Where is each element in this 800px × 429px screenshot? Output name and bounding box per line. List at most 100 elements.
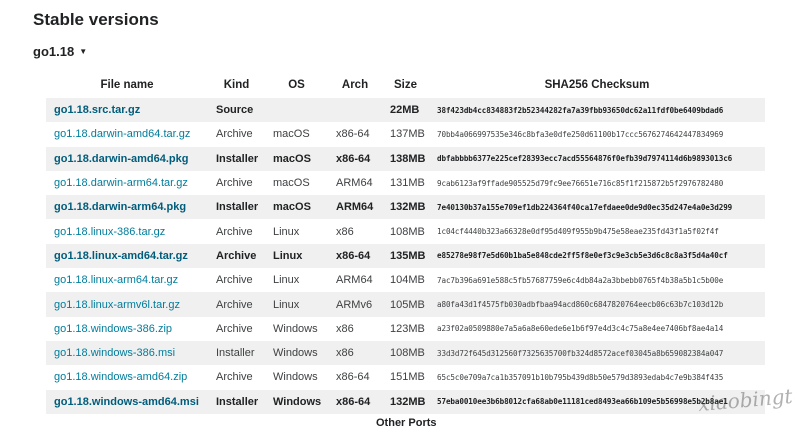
os-cell: Windows <box>273 322 318 335</box>
download-link[interactable]: go1.18.linux-amd64.tar.gz <box>54 250 188 262</box>
download-link[interactable]: go1.18.linux-386.tar.gz <box>54 226 165 238</box>
kind-cell: Archive <box>216 225 253 238</box>
download-link[interactable]: go1.18.src.tar.gz <box>54 104 140 116</box>
file-cell: go1.18.linux-arm64.tar.gz <box>46 268 208 292</box>
arch-cell <box>328 98 382 123</box>
other-ports-link[interactable]: Other Ports <box>376 417 437 429</box>
arch-cell: x86 <box>336 225 354 238</box>
kind-cell: Installer <box>208 389 265 414</box>
col-header-os: OS <box>288 79 305 91</box>
file-cell: go1.18.darwin-amd64.tar.gz <box>46 122 208 146</box>
col-header-kind: Kind <box>223 79 250 91</box>
kind-cell: Archive <box>216 371 253 384</box>
table-header-row: File name Kind OS Arch Size SHA256 Check… <box>46 72 765 98</box>
size-cell: 131MB <box>390 177 425 190</box>
file-cell: go1.18.windows-386.zip <box>46 317 208 341</box>
table-row: go1.18.darwin-arm64.pkg Installer macOS ARM… <box>46 195 765 220</box>
download-link[interactable]: go1.18.linux-armv6l.tar.gz <box>54 299 180 311</box>
arch-cell: ARMv6 <box>328 292 382 317</box>
file-cell: go1.18.linux-amd64.tar.gz <box>46 243 208 269</box>
size-cell: 137MB <box>390 128 425 141</box>
checksum-cell: e85278e98f7e5d60b1ba5e848cde2ff5f8e0ef3c… <box>429 243 765 269</box>
arch-cell: x86 <box>336 322 354 335</box>
arch-cell: x86-64 <box>328 389 382 414</box>
download-link[interactable]: go1.18.windows-386.zip <box>54 323 172 335</box>
size-cell: 132MB <box>382 195 429 220</box>
download-link[interactable]: go1.18.linux-arm64.tar.gz <box>54 274 178 286</box>
page-title: Stable versions <box>33 10 159 29</box>
checksum-cell: 70bb4a066997535e346c8bfa3e0dfe250d61100b… <box>437 129 724 139</box>
table-row: go1.18.darwin-amd64.pkg Installer macOS x86… <box>46 146 765 171</box>
size-cell: 108MB <box>390 225 425 238</box>
arch-cell: x86 <box>328 340 382 366</box>
download-link[interactable]: go1.18.darwin-arm64.tar.gz <box>54 177 188 189</box>
arch-cell: ARM64 <box>336 274 373 287</box>
os-cell: macOS <box>265 146 328 171</box>
arch-cell: x86-64 <box>328 243 382 269</box>
checksum-cell: 65c5c0e709a7ca1b357091b10b795b439d8b50e5… <box>437 372 724 382</box>
size-cell: 105MB <box>382 292 429 317</box>
table-row: go1.18.linux-arm64.tar.gz Archive Linux ARM… <box>46 268 765 292</box>
os-cell: Linux <box>273 225 300 238</box>
os-cell: macOS <box>273 128 310 141</box>
os-cell <box>265 98 328 123</box>
col-header-arch: Arch <box>341 79 369 91</box>
table-row: go1.18.linux-386.tar.gz Archive Linux x86 10… <box>46 219 765 243</box>
kind-cell: Archive <box>216 128 253 141</box>
file-cell: go1.18.src.tar.gz <box>46 98 208 123</box>
version-toggle[interactable]: go1.18 ▼ <box>33 44 87 59</box>
table-row: go1.18.windows-386.zip Archive Windows x86 1… <box>46 317 765 341</box>
kind-cell: Installer <box>208 195 265 220</box>
size-cell: 104MB <box>390 274 425 287</box>
checksum-cell: 38f423db4cc834883f2b52344282fa7a39fbb936… <box>429 98 765 123</box>
arch-cell: ARM64 <box>336 177 373 190</box>
checksum-cell: 7ac7b396a691e588c5fb57687759e6c4db84a2a3… <box>437 275 724 285</box>
file-cell: go1.18.darwin-amd64.pkg <box>46 146 208 171</box>
caret-down-icon: ▼ <box>79 47 88 56</box>
arch-cell: x86-64 <box>328 146 382 171</box>
download-link[interactable]: go1.18.darwin-amd64.pkg <box>54 153 188 165</box>
arch-cell: x86-64 <box>336 371 370 384</box>
file-cell: go1.18.darwin-arm64.pkg <box>46 195 208 220</box>
download-link[interactable]: go1.18.darwin-arm64.pkg <box>54 201 186 213</box>
kind-cell: Installer <box>208 146 265 171</box>
table-row: go1.18.linux-armv6l.tar.gz Archive Linux AR… <box>46 292 765 317</box>
file-cell: go1.18.linux-armv6l.tar.gz <box>46 292 208 317</box>
size-cell: 135MB <box>382 243 429 269</box>
col-header-checksum: SHA256 Checksum <box>544 79 650 91</box>
table-row: go1.18.darwin-amd64.tar.gz Archive macOS x8… <box>46 122 765 146</box>
checksum-cell: 7e40130b37a155e709ef1db224364f40ca17efda… <box>429 195 765 220</box>
col-header-file-name: File name <box>100 79 154 91</box>
download-link[interactable]: go1.18.darwin-amd64.tar.gz <box>54 128 190 140</box>
size-cell: 132MB <box>382 389 429 414</box>
size-cell: 151MB <box>390 371 425 384</box>
kind-cell: Archive <box>216 322 253 335</box>
arch-cell: x86-64 <box>336 128 370 141</box>
checksum-cell: a23f02a0509880e7a5a6a8e60ede6e1b6f97e4d3… <box>437 324 724 334</box>
table-row: go1.18.src.tar.gz Source 22MB 38f423db4cc83… <box>46 98 765 123</box>
os-cell: Windows <box>265 340 328 366</box>
os-cell: Linux <box>265 243 328 269</box>
os-cell: macOS <box>265 195 328 220</box>
download-link[interactable]: go1.18.windows-amd64.zip <box>54 371 187 383</box>
table-row: go1.18.windows-amd64.msi Installer Windows… <box>46 389 765 414</box>
file-cell: go1.18.windows-amd64.zip <box>46 365 208 389</box>
os-cell: Linux <box>265 292 328 317</box>
kind-cell: Archive <box>216 274 253 287</box>
checksum-cell: 1c04cf4440b323a66328e0df95d409f955b9b475… <box>437 227 719 237</box>
download-link[interactable]: go1.18.windows-amd64.msi <box>54 396 199 408</box>
version-label: go1.18 <box>33 44 75 59</box>
download-link[interactable]: go1.18.windows-386.msi <box>54 347 175 359</box>
file-cell: go1.18.darwin-arm64.tar.gz <box>46 171 208 195</box>
size-cell: 138MB <box>382 146 429 171</box>
table-row: go1.18.windows-386.msi Installer Windows x8… <box>46 340 765 366</box>
kind-cell: Source <box>208 98 265 123</box>
checksum-cell: 33d3d72f645d312560f7325635700fb324d8572a… <box>429 340 765 366</box>
os-cell: macOS <box>273 177 310 190</box>
col-header-size: Size <box>393 79 417 91</box>
downloads-table: File name Kind OS Arch Size SHA256 Check… <box>46 72 765 414</box>
os-cell: Windows <box>265 389 328 414</box>
checksum-cell: dbfabbbb6377e225cef28393ecc7acd55564876f… <box>429 146 765 171</box>
checksum-cell: 57eba0010ee3b6b8012cfa68ab0e11181ced8493… <box>429 389 765 414</box>
file-cell: go1.18.linux-386.tar.gz <box>46 219 208 243</box>
